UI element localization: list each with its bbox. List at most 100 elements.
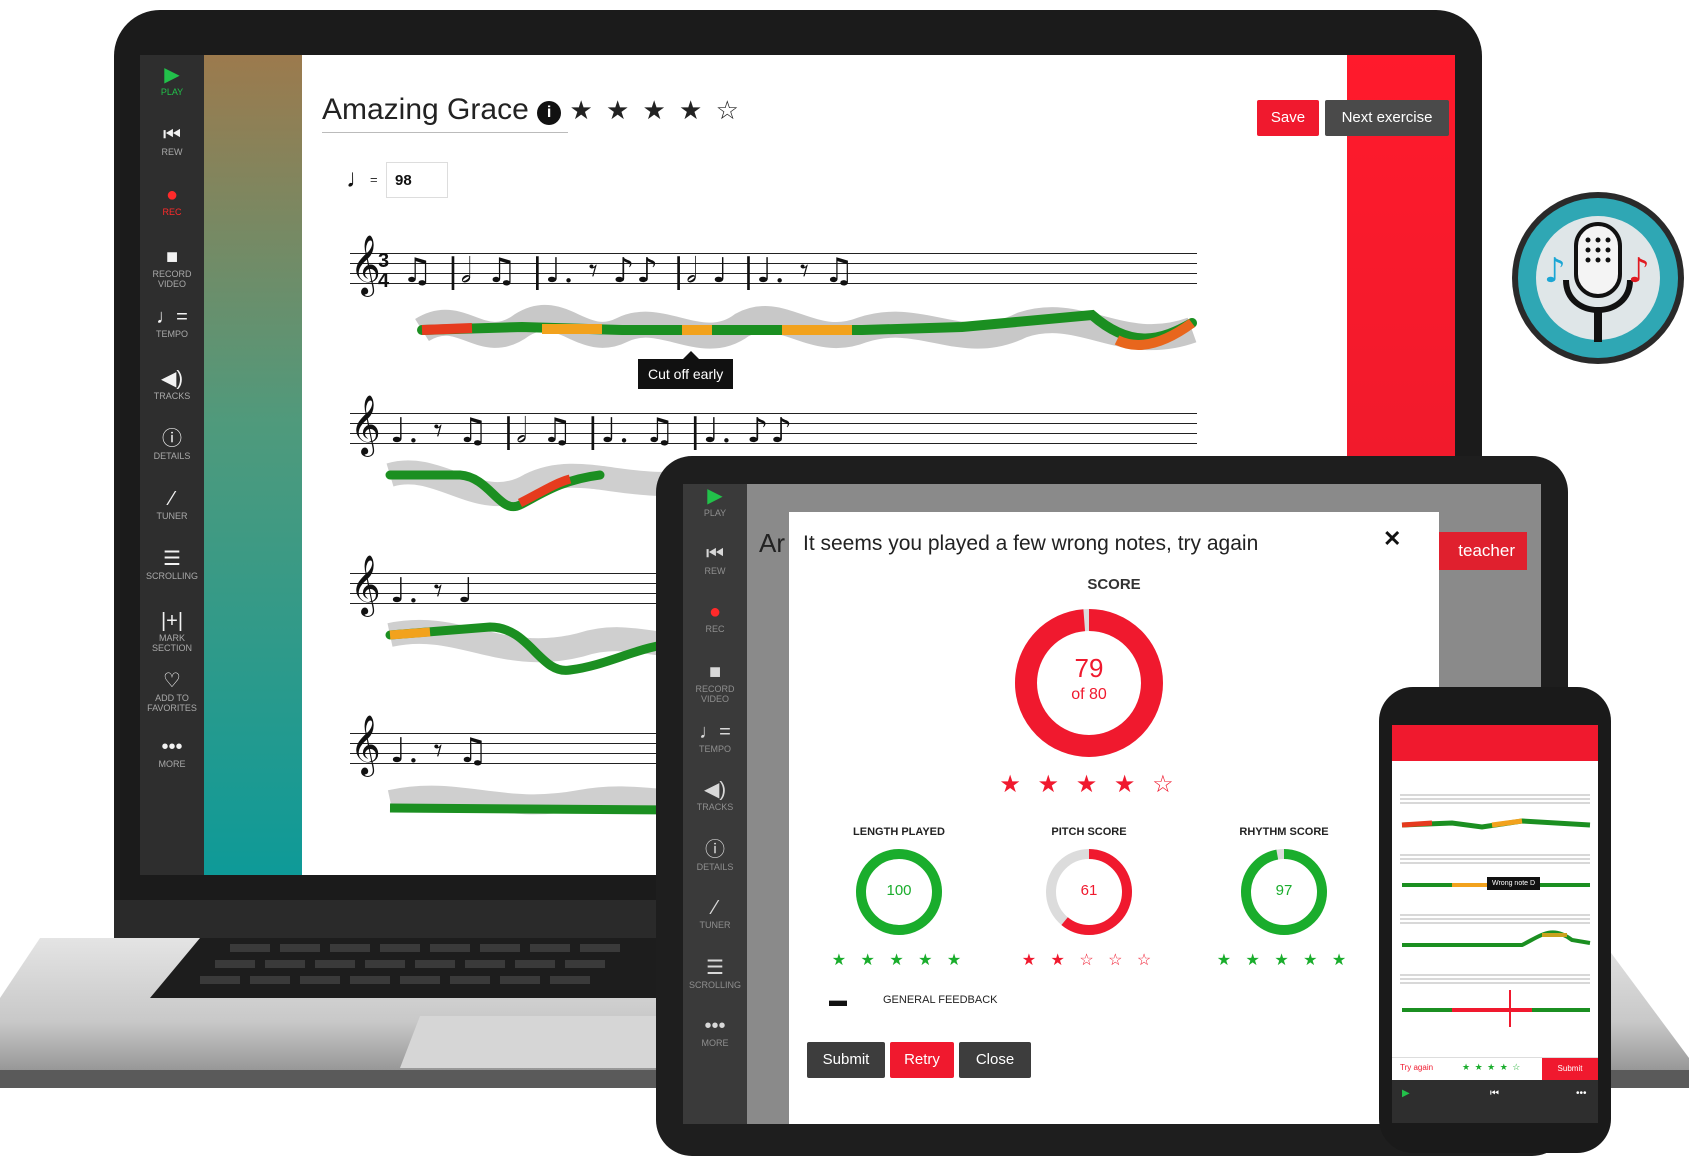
sidebar-item-rec[interactable]: ● REC [140, 183, 204, 217]
phone-header [1392, 725, 1598, 761]
time-signature: 3 4 [378, 250, 390, 292]
sidebar-label: TRACKS [696, 802, 734, 812]
sidebar-label: REC [705, 624, 725, 634]
phone-submit-button[interactable]: Submit [1542, 1058, 1598, 1080]
metric-stars: ★ ★ ☆ ☆ ☆ [1021, 952, 1157, 969]
notes-row-4: ♩. 𝄾 ♫ [390, 731, 490, 771]
modal-heading: It seems you played a few wrong notes, t… [803, 532, 1259, 555]
metric-value: 97 [1275, 882, 1293, 899]
next-exercise-button[interactable]: Next exercise [1325, 100, 1449, 136]
result-modal: It seems you played a few wrong notes, t… [789, 512, 1439, 1124]
more-icon: ••• [704, 1015, 726, 1037]
notes-row-2: ♩. 𝄾 ♫ |𝅗𝅥 ♫ |♩. ♫ |♩. ♪♪ [390, 411, 795, 451]
treble-clef-icon: 𝄞 [350, 555, 381, 615]
wrong-note-tooltip: Wrong note D [1487, 877, 1541, 890]
sidebar-label: TEMPO [155, 329, 188, 339]
tempo-input[interactable]: 98 [386, 162, 448, 198]
title-underline [322, 132, 568, 133]
phone-stars: ★ ★ ★ ★ ☆ [1462, 1062, 1522, 1072]
tablet-sidebar-item-tuner[interactable]: ⁄ TUNER [683, 896, 747, 930]
sidebar-label: TUNER [156, 511, 188, 521]
sidebar-item-details[interactable]: ⓘ DETAILS [140, 427, 204, 461]
phone-play-icon[interactable]: ▶ [1402, 1088, 1410, 1099]
info-icon: ⓘ [705, 839, 725, 861]
piece-title: Amazing Grace i ★ ★ ★ ★ ☆ [322, 93, 742, 127]
tablet-sidebar: ▶ PLAY ⏮ REW ● REC ■ RECORD VIDEO ♩= TEMPO ◀) TRACK… [683, 484, 747, 1124]
laptop-sidebar: ▶ PLAY ⏮ REW ● REC ■ RECORD VIDEO ♩= TEMPO ◀) TRACK… [140, 55, 204, 875]
rewind-icon: ⏮ [706, 543, 724, 565]
tempo-equals: = [370, 172, 378, 187]
sidebar-item-tracks[interactable]: ◀) TRACKS [140, 367, 204, 401]
video-camera-icon: ■ [165, 246, 179, 268]
sidebar-item-more[interactable]: ••• MORE [140, 735, 204, 769]
sidebar-item-tempo[interactable]: ♩= TEMPO [140, 305, 204, 339]
sidebar-label: RECORD VIDEO [152, 269, 192, 289]
phone-action-bar: Try again ★ ★ ★ ★ ☆ Submit [1392, 1057, 1598, 1080]
speaker-icon: ◀) [703, 779, 727, 801]
treble-clef-icon: 𝄞 [350, 235, 381, 295]
piece-title-text: Amazing Grace [322, 93, 529, 126]
scrolling-icon: ☰ [706, 957, 724, 979]
save-button[interactable]: Save [1257, 100, 1319, 136]
more-icon: ••• [161, 736, 183, 758]
info-icon[interactable]: i [537, 101, 562, 125]
record-icon: ● [708, 601, 722, 623]
tablet-sidebar-item-rec[interactable]: ● REC [683, 600, 747, 634]
video-camera-icon: ■ [708, 661, 722, 683]
close-button[interactable]: Close [959, 1042, 1031, 1078]
svg-text:♪: ♪ [1544, 251, 1566, 291]
sidebar-label: REC [162, 207, 182, 217]
sidebar-label: DETAILS [696, 862, 734, 872]
sidebar-label: SCROLLING [145, 571, 198, 581]
mark-section-icon: |+| [160, 610, 184, 632]
score-value: 79 [1074, 653, 1104, 683]
sidebar-item-mark-section[interactable]: |+| MARK SECTION [140, 609, 204, 653]
sidebar-label: TRACKS [153, 391, 191, 401]
rating-stars[interactable]: ★ ★ ★ ★ ☆ [569, 95, 741, 125]
score-of: of 80 [1071, 686, 1107, 703]
metric-title: RHYTHM SCORE [1239, 826, 1329, 838]
tablet-sidebar-item-tempo[interactable]: ♩= TEMPO [683, 720, 747, 754]
quarter-note-icon: ♩ [346, 163, 372, 193]
tablet-sidebar-item-play[interactable]: ▶ PLAY [683, 484, 747, 518]
svg-text:♪: ♪ [1628, 251, 1650, 291]
tablet-sidebar-item-details[interactable]: ⓘ DETAILS [683, 838, 747, 872]
tablet-sidebar-item-more[interactable]: ••• MORE [683, 1014, 747, 1048]
phone-toolbar: ▶ ⏮ ••• [1392, 1080, 1598, 1123]
metric-stars: ★ ★ ★ ★ ★ [831, 952, 967, 969]
phone-rewind-icon[interactable]: ⏮ [1490, 1088, 1499, 1099]
close-icon[interactable]: ✕ [1383, 526, 1401, 552]
record-icon: ● [165, 184, 179, 206]
tablet-sidebar-item-record-video[interactable]: ■ RECORD VIDEO [683, 660, 747, 704]
sidebar-item-play[interactable]: ▶ PLAY [140, 63, 204, 97]
sidebar-label: PLAY [703, 508, 727, 518]
heart-icon: ♡ [163, 670, 181, 692]
sidebar-label: DETAILS [153, 451, 191, 461]
tablet-sidebar-item-scrolling[interactable]: ☰ SCROLLING [683, 956, 747, 990]
metric-value: 61 [1080, 882, 1098, 899]
score-title: SCORE [1087, 576, 1141, 593]
submit-button[interactable]: Submit [807, 1042, 885, 1078]
play-icon: ▶ [707, 485, 723, 507]
metric-title: LENGTH PLAYED [853, 826, 945, 838]
sidebar-label: TUNER [699, 920, 731, 930]
sidebar-item-record-video[interactable]: ■ RECORD VIDEO [140, 245, 204, 289]
treble-clef-icon: 𝄞 [350, 715, 381, 775]
general-feedback-label: GENERAL FEEDBACK [883, 994, 998, 1006]
metric-stars: ★ ★ ★ ★ ★ [1216, 952, 1352, 969]
retry-button[interactable]: Retry [890, 1042, 954, 1078]
sidebar-item-add-to-favorites[interactable]: ♡ ADD TO FAVORITES [140, 669, 204, 713]
tuner-icon: ⁄ [713, 897, 717, 919]
sidebar-label: TEMPO [698, 744, 731, 754]
sidebar-item-rew[interactable]: ⏮ REW [140, 123, 204, 157]
notes-row-3: ♩. 𝄾 ♩ [390, 571, 476, 611]
phone-try-again-button[interactable]: Try again [1400, 1063, 1433, 1072]
info-icon: ⓘ [162, 428, 182, 450]
phone-more-icon[interactable]: ••• [1576, 1088, 1587, 1099]
tablet-sidebar-item-tracks[interactable]: ◀) TRACKS [683, 778, 747, 812]
tablet-sidebar-item-rew[interactable]: ⏮ REW [683, 542, 747, 576]
sidebar-label: PLAY [160, 87, 184, 97]
sidebar-item-scrolling[interactable]: ☰ SCROLLING [140, 547, 204, 581]
sidebar-label: RECORD VIDEO [695, 684, 735, 704]
sidebar-item-tuner[interactable]: ⁄ TUNER [140, 487, 204, 521]
